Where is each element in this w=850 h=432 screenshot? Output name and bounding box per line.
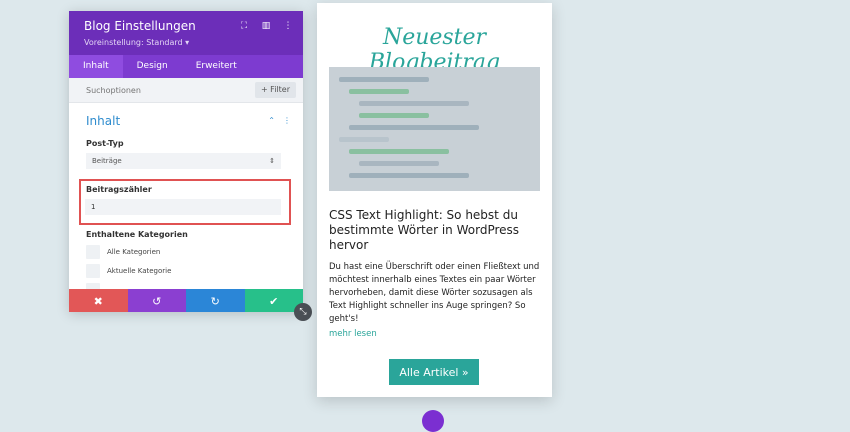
post-count-input[interactable]	[85, 199, 281, 215]
tab-erweitert[interactable]: Erweitert	[182, 55, 251, 78]
expand-icon[interactable]: ⛶	[239, 21, 249, 31]
post-excerpt: Du hast eine Überschrift oder einen Flie…	[329, 262, 540, 324]
search-options-input[interactable]	[69, 78, 249, 102]
category-option-current[interactable]: Aktuelle Kategorie	[86, 264, 171, 278]
category-option-all[interactable]: Alle Kategorien	[86, 245, 160, 259]
categories-label: Enthaltene Kategorien	[86, 230, 188, 239]
panel-header: Blog Einstellungen Voreinstellung: Stand…	[69, 11, 303, 55]
panel-footer: ✖ ↺ ↻ ✔	[69, 289, 303, 312]
all-articles-button[interactable]: Alle Artikel »	[389, 359, 479, 385]
filter-button[interactable]: + Filter	[254, 82, 296, 98]
post-type-select[interactable]: Beiträge ⇕	[86, 153, 281, 169]
blog-preview-card: Neuester Blogbeitrag CSS Text Highlight:…	[317, 3, 552, 397]
add-module-button[interactable]	[422, 410, 444, 432]
section-title-inhalt[interactable]: Inhalt	[86, 114, 120, 128]
preset-selector[interactable]: Voreinstellung: Standard ▾	[84, 38, 189, 47]
blog-settings-panel: Blog Einstellungen Voreinstellung: Stand…	[69, 11, 303, 312]
section-more-icon[interactable]: ⋮	[283, 116, 291, 125]
category-label: Aktuelle Kategorie	[107, 267, 172, 275]
cancel-button[interactable]: ✖	[69, 289, 128, 312]
undo-button[interactable]: ↺	[127, 289, 186, 312]
panel-title: Blog Einstellungen	[84, 19, 196, 33]
checkbox[interactable]	[86, 245, 100, 259]
post-featured-image[interactable]	[329, 67, 540, 191]
post-count-label: Beitragszähler	[86, 185, 152, 194]
checkbox[interactable]	[86, 264, 100, 278]
select-arrows-icon: ⇕	[269, 157, 275, 165]
post-title[interactable]: CSS Text Highlight: So hebst du bestimmt…	[329, 208, 541, 253]
tab-inhalt[interactable]: Inhalt	[69, 55, 123, 78]
post-type-value: Beiträge	[92, 157, 122, 165]
redo-button[interactable]: ↻	[186, 289, 245, 312]
columns-icon[interactable]: ▥	[261, 21, 271, 31]
search-row: + Filter	[69, 78, 303, 103]
read-more-link[interactable]: mehr lesen	[329, 329, 377, 339]
resize-handle-icon[interactable]: ⤡	[294, 303, 312, 321]
chevron-up-icon[interactable]: ⌃	[268, 116, 275, 125]
post-type-label: Post-Typ	[86, 139, 124, 148]
category-label: Alle Kategorien	[107, 248, 161, 256]
more-vertical-icon[interactable]: ⋮	[283, 21, 293, 31]
tab-design[interactable]: Design	[123, 55, 182, 78]
settings-tabs: Inhalt Design Erweitert	[69, 55, 303, 78]
